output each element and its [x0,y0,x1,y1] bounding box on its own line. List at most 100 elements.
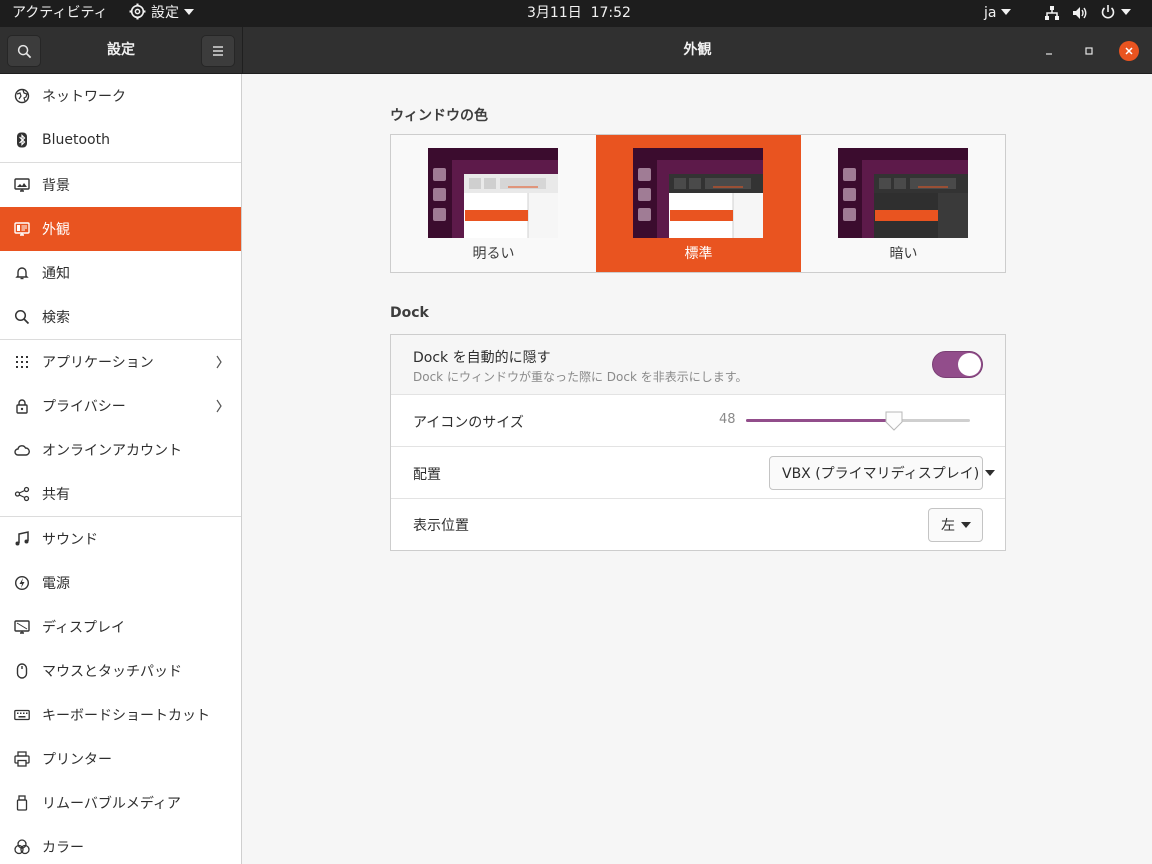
sidebar-item-notifications[interactable]: 通知 [0,251,241,295]
autohide-description: Dock にウィンドウが重なった際に Dock を非表示にします。 [413,370,748,384]
sidebar-item-label: 背景 [42,178,70,194]
bell-icon [14,265,30,281]
slider-handle[interactable] [884,410,904,432]
sidebar-item-label: 共有 [42,487,70,503]
placement-dropdown[interactable]: VBX (プライマリディスプレイ) [769,456,996,490]
sidebar-item-sharing[interactable]: 共有 [0,472,241,516]
window-color-heading: ウィンドウの色 [390,108,488,124]
lock-icon [14,398,30,414]
sidebar-item-online-accounts[interactable]: オンラインアカウント [0,428,241,472]
sidebar: ネットワーク Bluetooth 背景 外観 通知 検索 アプリケーション プラ… [0,74,242,864]
appearance-icon [14,221,30,237]
maximize-icon [1085,47,1093,55]
activities-button[interactable]: アクティビティ [12,0,108,27]
printer-icon [14,751,30,767]
cloud-icon [14,442,30,458]
theme-standard-label: 標準 [684,246,713,262]
sidebar-item-bluetooth[interactable]: Bluetooth [0,118,241,162]
sidebar-item-mouse-touchpad[interactable]: マウスとタッチパッド [0,649,241,693]
sidebar-item-printers[interactable]: プリンター [0,737,241,781]
sidebar-item-keyboard-shortcuts[interactable]: キーボードショートカット [0,693,241,737]
search-button[interactable] [7,35,41,67]
removable-media-icon [14,795,30,811]
display-icon [14,619,30,635]
sidebar-item-label: プリンター [42,752,112,768]
theme-variant-selector: 明るい 標準 暗い [390,134,1006,273]
music-note-icon [14,531,30,547]
search-icon [14,309,30,325]
power-icon [14,575,30,591]
page-title: 外観 [683,42,712,58]
theme-light-preview [428,148,558,238]
sidebar-item-label: カラー [42,840,84,856]
sidebar-item-label: 通知 [42,266,70,282]
autohide-row: Dock を自動的に隠す Dock にウィンドウが重なった際に Dock を非表… [391,335,1005,395]
network-wired-icon[interactable] [1044,5,1060,21]
language-label: ja [984,5,997,21]
clock[interactable]: 3月11日 17:52 [527,0,631,27]
autohide-label: Dock を自動的に隠す [413,350,551,366]
minimize-button[interactable] [1039,41,1059,61]
autohide-toggle[interactable] [932,351,983,378]
sidebar-item-display[interactable]: ディスプレイ [0,605,241,649]
sidebar-item-color[interactable]: カラー [0,825,241,864]
theme-standard-option[interactable]: 標準 [596,135,801,272]
language-indicator[interactable]: ja [984,0,1012,27]
icon-size-label: アイコンのサイズ [413,415,524,431]
theme-dark-preview [838,148,968,238]
chevron-down-icon [184,9,194,15]
gear-icon [129,3,146,20]
theme-light-option[interactable]: 明るい [391,135,596,272]
toggle-knob [958,353,981,376]
sidebar-item-label: Bluetooth [42,132,110,148]
sidebar-item-label: リムーバブルメディア [42,796,181,812]
volume-icon[interactable] [1072,5,1088,21]
sidebar-item-label: ディスプレイ [42,620,126,636]
icon-size-value: 48 [719,412,736,427]
close-button[interactable] [1119,41,1139,61]
icon-size-row: アイコンのサイズ 48 [391,395,1005,447]
app-menu-label: 設定 [151,5,179,21]
position-dropdown[interactable]: 左 [928,508,983,542]
bluetooth-icon [14,132,30,148]
sidebar-title: 設定 [107,42,135,58]
sidebar-item-removable-media[interactable]: リムーバブルメディア [0,781,241,825]
placement-value: VBX (プライマリディスプレイ) [782,466,980,482]
activities-label: アクティビティ [12,5,108,21]
minimize-icon [1046,53,1052,55]
sidebar-item-label: 電源 [42,576,70,592]
dock-settings-list: Dock を自動的に隠す Dock にウィンドウが重なった際に Dock を非表… [390,334,1006,551]
sidebar-item-background[interactable]: 背景 [0,163,241,207]
main-menu-button[interactable] [201,35,235,67]
sidebar-item-network[interactable]: ネットワーク [0,74,241,118]
hamburger-menu-icon [213,46,223,56]
placement-label: 配置 [413,467,441,483]
sidebar-item-search[interactable]: 検索 [0,295,241,339]
sidebar-item-power[interactable]: 電源 [0,561,241,605]
theme-light-label: 明るい [472,246,515,262]
sidebar-item-applications[interactable]: アプリケーション [0,340,241,384]
sidebar-item-appearance[interactable]: 外観 [0,207,241,251]
settings-window: 設定 外観 ネットワーク Bluetooth 背景 外観 通知 検索 アプリケー… [0,27,1152,864]
system-menu[interactable] [1100,0,1131,27]
chevron-down-icon [1001,9,1012,15]
background-icon [14,177,30,193]
theme-dark-option[interactable]: 暗い [801,135,1006,272]
theme-standard-preview [633,148,763,238]
icon-size-slider[interactable] [746,411,970,431]
chevron-down-icon [961,522,971,528]
placement-row: 配置 VBX (プライマリディスプレイ) [391,447,1005,499]
sidebar-item-sound[interactable]: サウンド [0,517,241,561]
app-menu[interactable]: 設定 [129,0,194,27]
sidebar-item-label: ネットワーク [42,89,126,105]
sidebar-item-label: 外観 [42,222,70,238]
sidebar-item-privacy[interactable]: プライバシー [0,384,241,428]
sidebar-item-label: アプリケーション [42,355,154,371]
sidebar-item-label: キーボードショートカット [42,708,210,724]
mouse-icon [14,663,30,679]
network-icon [14,88,30,104]
maximize-button[interactable] [1079,41,1099,61]
sidebar-item-label: マウスとタッチパッド [42,664,182,680]
theme-dark-label: 暗い [889,246,918,262]
appearance-panel: ウィンドウの色 明るい 標準 暗い Dock Dock を自動的に隠す Dock… [243,74,1152,864]
